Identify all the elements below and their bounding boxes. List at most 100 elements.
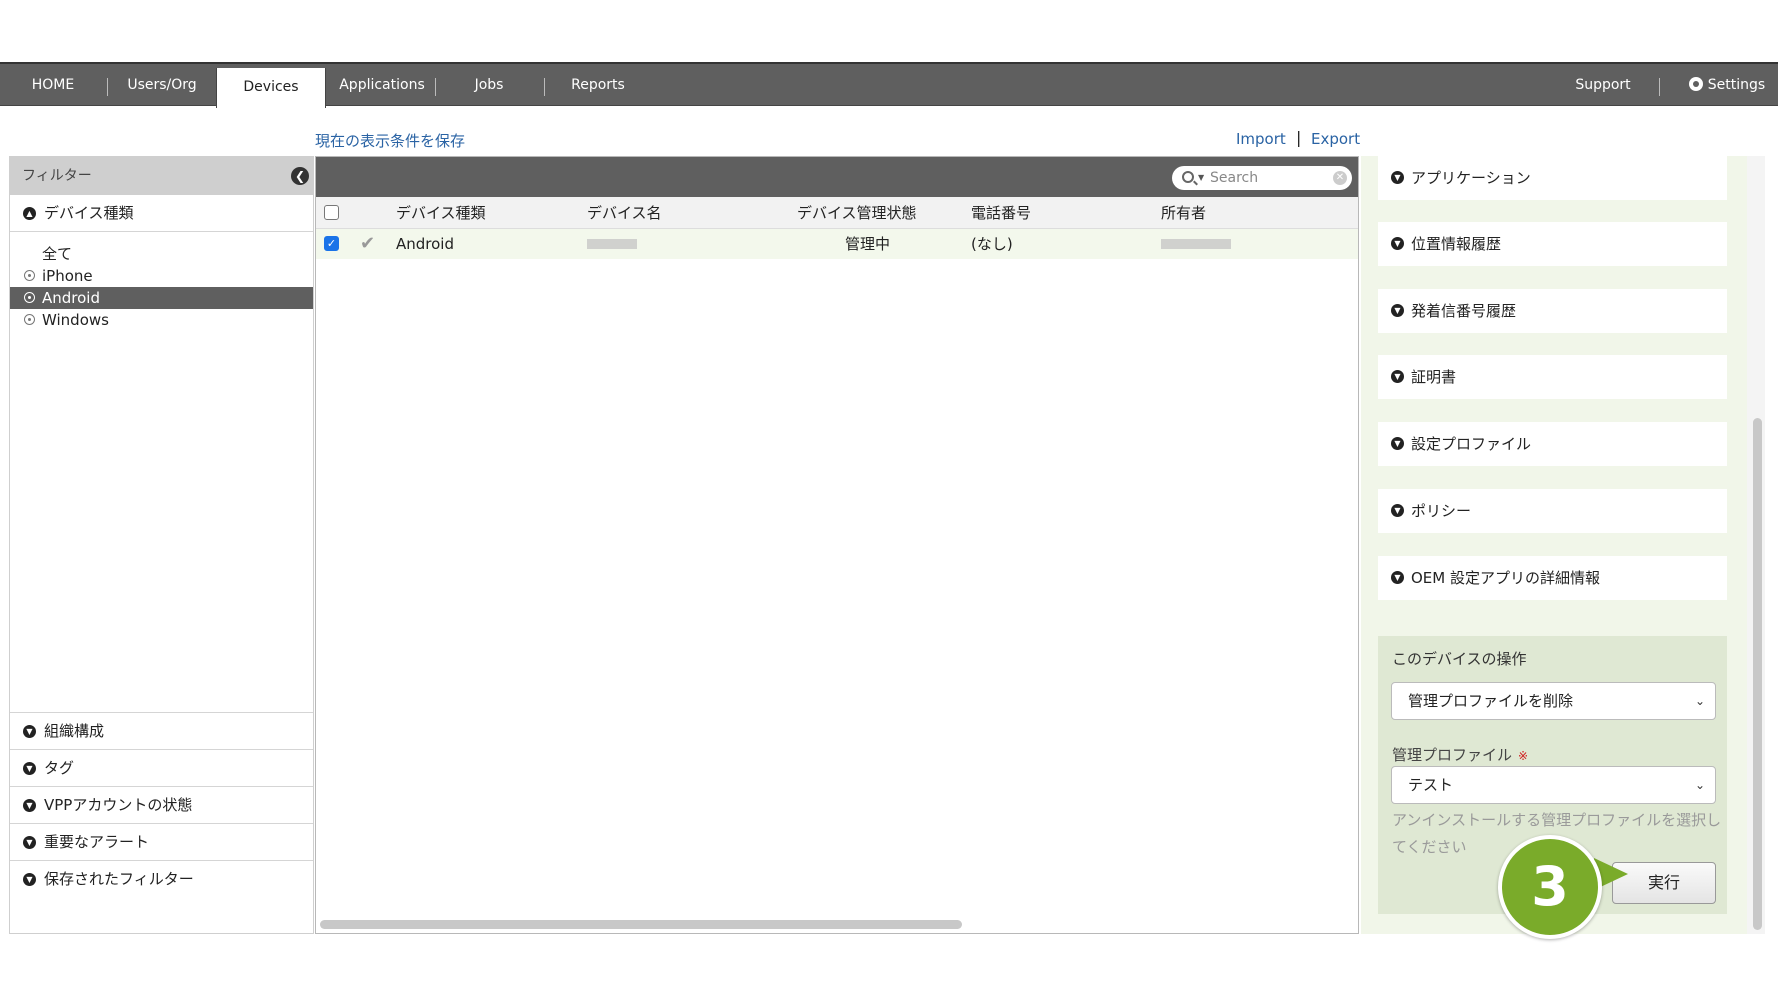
cell-phone: (なし) bbox=[971, 235, 1013, 253]
filter-section-label: タグ bbox=[44, 759, 75, 777]
nav-settings[interactable]: Settings bbox=[1674, 64, 1778, 107]
nav-divider bbox=[1659, 78, 1660, 96]
step-number-badge: 3 bbox=[1498, 835, 1602, 939]
search-input[interactable]: ▼ Search ✕ bbox=[1172, 166, 1352, 190]
profile-select[interactable]: テスト ⌄ bbox=[1391, 766, 1716, 804]
chevron-down-icon: ▼ bbox=[1391, 370, 1404, 383]
nav-jobs[interactable]: Jobs bbox=[450, 64, 528, 107]
device-type-label: 全て bbox=[42, 245, 73, 263]
accordion-label: アプリケーション bbox=[1411, 169, 1531, 187]
accordion-certificates[interactable]: ▼ 証明書 bbox=[1378, 355, 1727, 399]
nav-reports[interactable]: Reports bbox=[560, 64, 636, 107]
row-checkbox[interactable]: ✓ bbox=[324, 236, 339, 251]
collapse-left-icon[interactable]: ❮ bbox=[291, 167, 309, 185]
device-type-label: Android bbox=[42, 289, 100, 307]
nav-divider bbox=[435, 78, 436, 96]
accordion-label: OEM 設定アプリの詳細情報 bbox=[1411, 569, 1600, 587]
import-link[interactable]: Import bbox=[1236, 130, 1286, 148]
nav-users-org[interactable]: Users/Org bbox=[114, 64, 210, 107]
accordion-location-history[interactable]: ▼ 位置情報履歴 bbox=[1378, 222, 1727, 266]
caret-down-icon: ▼ bbox=[1198, 173, 1205, 182]
device-table-panel: ▼ Search ✕ デバイス種類 デバイス名 デバイス管理状態 電話番号 所有… bbox=[315, 156, 1359, 934]
accordion-label: 位置情報履歴 bbox=[1411, 235, 1502, 253]
save-view-link[interactable]: 現在の表示条件を保存 bbox=[315, 130, 465, 151]
filter-section-label: 重要なアラート bbox=[44, 833, 150, 851]
search-placeholder: Search bbox=[1210, 170, 1259, 186]
chevron-down-icon: ▼ bbox=[1391, 171, 1404, 184]
filter-header: フィルター ❮ bbox=[10, 157, 313, 195]
column-header[interactable]: デバイス管理状態 bbox=[797, 197, 917, 229]
accordion-config-profiles[interactable]: ▼ 設定プロファイル bbox=[1378, 422, 1727, 466]
expand-dot-icon bbox=[24, 314, 35, 325]
accordion-label: 発着信番号履歴 bbox=[1411, 302, 1517, 320]
filter-section-tags[interactable]: ▼ タグ bbox=[10, 749, 313, 786]
column-header[interactable]: 所有者 bbox=[1161, 197, 1206, 229]
device-type-section-label: デバイス種類 bbox=[44, 204, 134, 222]
accordion-label: 設定プロファイル bbox=[1411, 435, 1532, 453]
accordion-policies[interactable]: ▼ ポリシー bbox=[1378, 489, 1727, 533]
nav-divider bbox=[544, 78, 545, 96]
table-toolbar: ▼ Search ✕ bbox=[316, 157, 1358, 197]
accordion-applications[interactable]: ▼ アプリケーション bbox=[1378, 156, 1727, 200]
operations-title: このデバイスの操作 bbox=[1392, 650, 1527, 668]
vertical-scrollbar[interactable] bbox=[1753, 418, 1762, 930]
accordion-oem-config[interactable]: ▼ OEM 設定アプリの詳細情報 bbox=[1378, 556, 1727, 600]
device-type-label: Windows bbox=[42, 311, 109, 329]
nav-divider bbox=[107, 78, 108, 96]
column-header[interactable]: デバイス名 bbox=[587, 197, 662, 229]
filter-section-label: VPPアカウントの状態 bbox=[44, 796, 193, 814]
device-management-screen: HOME Users/Org Devices Applications Jobs… bbox=[0, 0, 1778, 1000]
device-type-all[interactable]: 全て bbox=[10, 243, 313, 265]
filter-section-org[interactable]: ▼ 組織構成 bbox=[10, 712, 313, 749]
export-link[interactable]: Export bbox=[1311, 130, 1360, 148]
select-all-checkbox[interactable] bbox=[324, 205, 339, 220]
chevron-down-icon: ⌄ bbox=[1694, 778, 1705, 792]
chevron-down-icon: ▼ bbox=[23, 725, 36, 738]
filter-panel: フィルター ❮ ▲ デバイス種類 全て iPhone Android Windo… bbox=[9, 156, 314, 934]
filter-section-alerts[interactable]: ▼ 重要なアラート bbox=[10, 823, 313, 860]
chevron-down-icon: ▼ bbox=[1391, 237, 1404, 250]
chevron-down-icon: ▼ bbox=[23, 799, 36, 812]
chevron-down-icon: ▼ bbox=[1391, 437, 1404, 450]
expand-dot-icon bbox=[24, 292, 35, 303]
filter-section-vpp[interactable]: ▼ VPPアカウントの状態 bbox=[10, 786, 313, 823]
chevron-down-icon: ▼ bbox=[1391, 304, 1404, 317]
accordion-label: ポリシー bbox=[1411, 502, 1472, 520]
table-header: デバイス種類 デバイス名 デバイス管理状態 電話番号 所有者 bbox=[316, 197, 1358, 229]
column-header[interactable]: 電話番号 bbox=[971, 197, 1031, 229]
filter-section-label: 組織構成 bbox=[44, 722, 105, 740]
device-detail-panel: ▼ アプリケーション ▼ 位置情報履歴 ▼ 発着信番号履歴 ▼ 証明書 ▼ 設定… bbox=[1361, 156, 1747, 934]
chevron-down-icon: ▼ bbox=[23, 762, 36, 775]
profile-label-text: 管理プロファイル bbox=[1392, 746, 1513, 764]
device-type-section-header[interactable]: ▲ デバイス種類 bbox=[10, 195, 313, 232]
nav-support[interactable]: Support bbox=[1570, 64, 1636, 107]
expand-dot-icon bbox=[24, 270, 35, 281]
column-header[interactable]: デバイス種類 bbox=[396, 197, 486, 229]
chevron-down-icon: ▼ bbox=[23, 836, 36, 849]
chevron-down-icon: ▼ bbox=[1391, 571, 1404, 584]
horizontal-scrollbar[interactable] bbox=[320, 920, 962, 929]
cell-status: 管理中 bbox=[845, 235, 891, 253]
check-mark-icon: ✔ bbox=[360, 233, 376, 254]
filter-section-label: 保存されたフィルター bbox=[44, 870, 194, 888]
device-type-iphone[interactable]: iPhone bbox=[10, 265, 313, 287]
table-row[interactable]: ✓ ✔ Android 管理中 (なし) bbox=[316, 229, 1358, 259]
device-type-windows[interactable]: Windows bbox=[10, 309, 313, 331]
chevron-down-icon: ▼ bbox=[23, 873, 36, 886]
gear-icon bbox=[1688, 77, 1703, 91]
search-icon bbox=[1182, 171, 1194, 183]
nav-applications[interactable]: Applications bbox=[334, 64, 430, 107]
required-mark: ※ bbox=[1518, 749, 1529, 763]
accordion-call-history[interactable]: ▼ 発着信番号履歴 bbox=[1378, 289, 1727, 333]
action-select[interactable]: 管理プロファイルを削除 ⌄ bbox=[1391, 682, 1716, 720]
profile-select-value: テスト bbox=[1408, 776, 1454, 794]
clear-icon[interactable]: ✕ bbox=[1333, 171, 1347, 185]
device-type-android[interactable]: Android bbox=[10, 287, 313, 309]
chevron-up-icon: ▲ bbox=[23, 207, 36, 220]
action-select-value: 管理プロファイルを削除 bbox=[1408, 692, 1574, 710]
nav-settings-label: Settings bbox=[1707, 77, 1766, 93]
nav-home[interactable]: HOME bbox=[10, 64, 96, 107]
filter-section-saved[interactable]: ▼ 保存されたフィルター bbox=[10, 860, 313, 897]
cell-device-type: Android bbox=[396, 235, 454, 253]
nav-devices[interactable]: Devices bbox=[216, 68, 326, 108]
